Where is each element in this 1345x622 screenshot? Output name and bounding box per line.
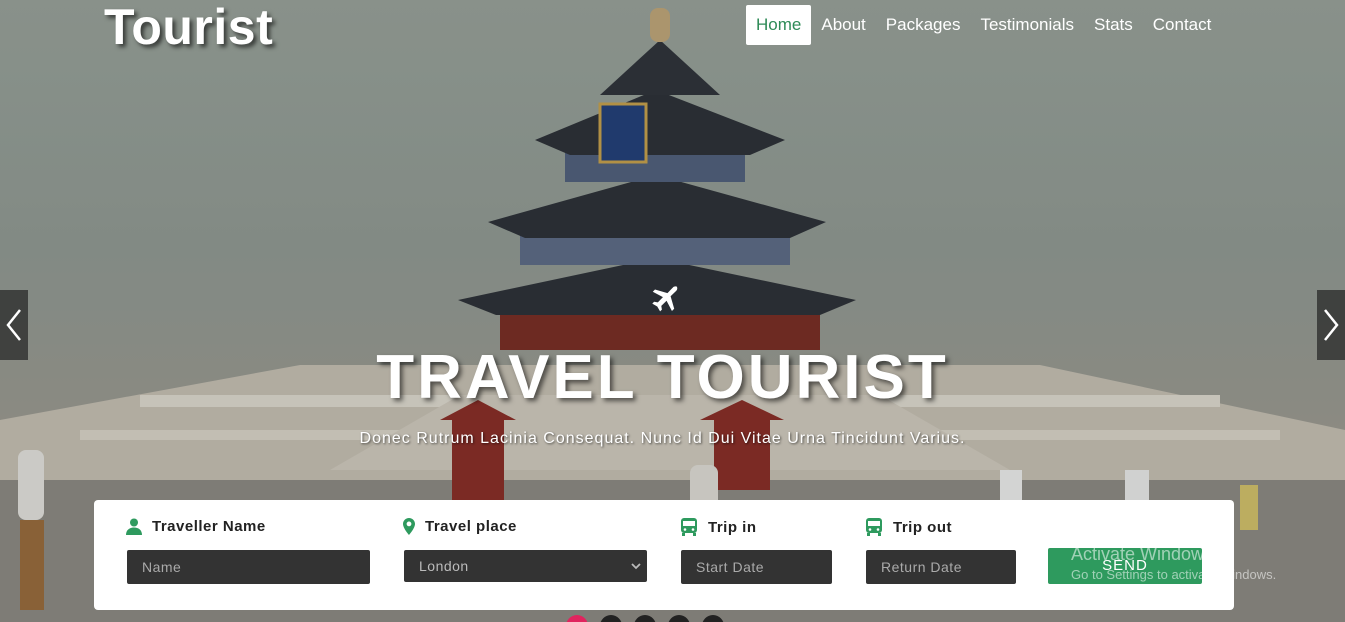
site-logo[interactable]: Tourist [104, 0, 273, 56]
booking-form: Traveller Name Name Travel place London … [94, 500, 1234, 610]
travel-place-select[interactable]: London [404, 550, 647, 582]
trip-out-text: Trip out [893, 518, 952, 536]
windows-activation-watermark: Activate Windows Go to Settings to activ… [1071, 544, 1276, 582]
carousel-dot[interactable] [668, 615, 690, 622]
chevron-right-icon [1324, 309, 1339, 341]
carousel-dot[interactable] [634, 615, 656, 622]
carousel-dot[interactable] [600, 615, 622, 622]
nav-testimonials[interactable]: Testimonials [970, 5, 1084, 45]
trip-in-label: Trip in [680, 518, 757, 536]
carousel-dot[interactable] [566, 615, 588, 622]
nav-home[interactable]: Home [746, 5, 812, 45]
watermark-title: Activate Windows [1071, 544, 1214, 564]
carousel-indicators [566, 615, 724, 622]
trip-in-text: Trip in [708, 518, 757, 536]
travel-place-text: Travel place [425, 518, 517, 535]
hero-subtitle: Donec Rutrum Lacinia Consequat. Nunc Id … [359, 430, 966, 447]
nav-about[interactable]: About [811, 5, 875, 45]
bus-icon [681, 518, 697, 536]
watermark-subtitle: Go to Settings to activate Windows. [1071, 567, 1277, 582]
main-nav: Home About Packages Testimonials Stats C… [746, 5, 1221, 45]
start-date-input[interactable]: Start Date [681, 550, 832, 584]
nav-packages[interactable]: Packages [876, 5, 971, 45]
map-marker-icon [403, 518, 415, 535]
traveller-name-text: Traveller Name [152, 518, 266, 535]
return-date-input[interactable]: Return Date [866, 550, 1016, 584]
plane-icon [652, 286, 678, 312]
name-input[interactable]: Name [127, 550, 370, 584]
chevron-down-icon [631, 563, 641, 570]
bus-icon [866, 518, 882, 536]
chevron-left-icon [6, 309, 21, 341]
user-icon [126, 518, 142, 535]
traveller-name-label: Traveller Name [126, 518, 266, 535]
trip-out-label: Trip out [865, 518, 952, 536]
nav-stats[interactable]: Stats [1084, 5, 1143, 45]
travel-place-value: London [419, 558, 469, 574]
carousel-dot[interactable] [702, 615, 724, 622]
travel-place-label: Travel place [403, 518, 517, 535]
nav-contact[interactable]: Contact [1143, 5, 1222, 45]
hero-title: TRAVEL TOURIST [376, 343, 949, 412]
